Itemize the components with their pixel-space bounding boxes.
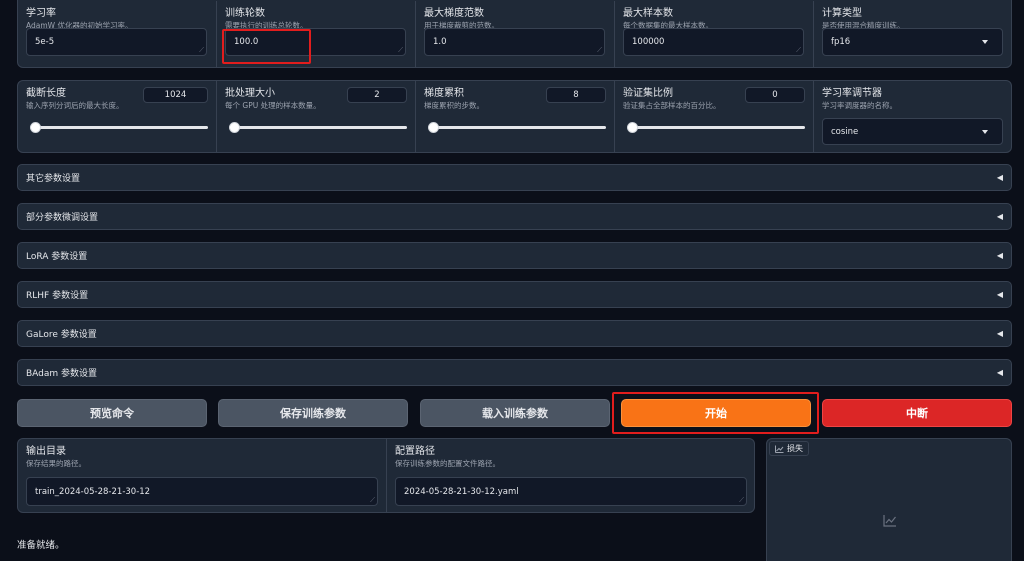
config-path-label: 配置路径 — [395, 446, 435, 457]
epochs-label: 训练轮数 — [225, 8, 265, 19]
val-size-slider-track[interactable] — [627, 126, 805, 129]
line-chart-icon — [775, 445, 784, 453]
compute-type-dropdown[interactable]: fp16 — [822, 28, 1003, 56]
resize-handle-icon[interactable]: ⟋ — [199, 47, 204, 54]
accordion-rlhf-settings[interactable]: RLHF 参数设置 ◀ — [17, 281, 1012, 308]
training-params-row2: 截断长度 输入序列分词后的最大长度。 1024 批处理大小 每个 GPU 处理的… — [17, 80, 1012, 153]
accordion-label: BAdam 参数设置 — [26, 369, 98, 379]
resize-handle-icon[interactable]: ⟋ — [597, 47, 602, 54]
compute-type-cell: 计算类型 是否使用混合精度训练。 fp16 — [814, 1, 1013, 67]
max-grad-norm-cell: 最大梯度范数 用于梯度裁剪的范数。 1.0 ⟋ — [416, 1, 615, 67]
save-args-button[interactable]: 保存训练参数 — [218, 399, 408, 427]
learning-rate-input[interactable]: 5e-5 ⟋ — [26, 28, 207, 56]
collapse-triangle-icon: ◀ — [996, 212, 1003, 221]
cutoff-len-slider-track[interactable] — [30, 126, 208, 129]
output-panel: 输出目录 保存结果的路径。 train_2024-05-28-21-30-12 … — [17, 438, 755, 513]
accordion-extra-settings[interactable]: 其它参数设置 ◀ — [17, 164, 1012, 191]
compute-type-label: 计算类型 — [822, 8, 862, 19]
resize-handle-icon[interactable]: ⟋ — [739, 497, 744, 504]
lr-scheduler-info: 学习率调度器的名称。 — [822, 101, 897, 110]
collapse-triangle-icon: ◀ — [996, 173, 1003, 182]
grad-accum-slider-track[interactable] — [428, 126, 606, 129]
stop-button[interactable]: 中断 — [822, 399, 1012, 427]
chevron-down-icon — [982, 129, 988, 134]
loss-label: 损失 — [787, 444, 803, 453]
chevron-down-icon — [982, 40, 988, 44]
loss-label-badge: 损失 — [769, 441, 809, 456]
load-args-button[interactable]: 载入训练参数 — [420, 399, 610, 427]
accordion-label: 部分参数微调设置 — [26, 213, 99, 223]
output-dir-info: 保存结果的路径。 — [26, 459, 86, 468]
resize-handle-icon[interactable]: ⟋ — [398, 47, 403, 54]
max-samples-cell: 最大样本数 每个数据集的最大样本数。 100000 ⟋ — [615, 1, 814, 67]
val-size-cell: 验证集比例 验证集占全部样本的百分比。 0 — [615, 81, 814, 152]
batch-size-cell: 批处理大小 每个 GPU 处理的样本数量。 2 — [217, 81, 416, 152]
accordion-label: LoRA 参数设置 — [26, 252, 88, 262]
learning-rate-label: 学习率 — [26, 8, 56, 19]
preview-command-button[interactable]: 预览命令 — [17, 399, 207, 427]
cutoff-len-number[interactable]: 1024 — [143, 87, 208, 103]
collapse-triangle-icon: ◀ — [996, 329, 1003, 338]
lr-scheduler-cell: 学习率调节器 学习率调度器的名称。 cosine — [814, 81, 1013, 152]
learning-rate-cell: 学习率 AdamW 优化器的初始学习率。 5e-5 ⟋ — [18, 1, 217, 67]
output-dir-cell: 输出目录 保存结果的路径。 train_2024-05-28-21-30-12 … — [18, 439, 387, 512]
resize-handle-icon[interactable]: ⟋ — [796, 47, 801, 54]
accordion-label: RLHF 参数设置 — [26, 291, 89, 301]
grad-accum-number[interactable]: 8 — [546, 87, 606, 103]
grad-accum-slider-thumb[interactable] — [428, 122, 439, 133]
lr-scheduler-label: 学习率调节器 — [822, 88, 882, 99]
accordion-lora-settings[interactable]: LoRA 参数设置 ◀ — [17, 242, 1012, 269]
config-path-cell: 配置路径 保存训练参数的配置文件路径。 2024-05-28-21-30-12.… — [387, 439, 756, 512]
val-size-number[interactable]: 0 — [745, 87, 805, 103]
accordion-label: 其它参数设置 — [26, 174, 81, 184]
lr-scheduler-dropdown[interactable]: cosine — [822, 118, 1003, 145]
start-highlight-box — [612, 392, 819, 434]
config-path-info: 保存训练参数的配置文件路径。 — [395, 459, 500, 468]
status-text: 准备就绪。 — [17, 540, 65, 551]
epochs-highlight-box — [222, 29, 311, 64]
accordion-freeze-settings[interactable]: 部分参数微调设置 ◀ — [17, 203, 1012, 230]
collapse-triangle-icon: ◀ — [996, 251, 1003, 260]
resize-handle-icon[interactable]: ⟋ — [370, 497, 375, 504]
output-dir-label: 输出目录 — [26, 446, 66, 457]
batch-size-number[interactable]: 2 — [347, 87, 407, 103]
max-samples-label: 最大样本数 — [623, 8, 673, 19]
accordion-label: GaLore 参数设置 — [26, 330, 97, 340]
max-grad-norm-label: 最大梯度范数 — [424, 8, 484, 19]
max-grad-norm-input[interactable]: 1.0 ⟋ — [424, 28, 605, 56]
cutoff-len-slider-thumb[interactable] — [30, 122, 41, 133]
accordion-galore-settings[interactable]: GaLore 参数设置 ◀ — [17, 320, 1012, 347]
batch-size-slider-thumb[interactable] — [229, 122, 240, 133]
collapse-triangle-icon: ◀ — [996, 368, 1003, 377]
accordion-badam-settings[interactable]: BAdam 参数设置 ◀ — [17, 359, 1012, 386]
config-path-input[interactable]: 2024-05-28-21-30-12.yaml ⟋ — [395, 477, 747, 506]
max-samples-input[interactable]: 100000 ⟋ — [623, 28, 804, 56]
cutoff-len-cell: 截断长度 输入序列分词后的最大长度。 1024 — [18, 81, 217, 152]
loss-plot-panel: 损失 — [766, 438, 1012, 561]
batch-size-slider-track[interactable] — [229, 126, 407, 129]
collapse-triangle-icon: ◀ — [996, 290, 1003, 299]
output-dir-input[interactable]: train_2024-05-28-21-30-12 ⟋ — [26, 477, 378, 506]
training-params-row1: 学习率 AdamW 优化器的初始学习率。 5e-5 ⟋ 训练轮数 需要执行的训练… — [17, 0, 1012, 68]
empty-plot-icon — [883, 515, 896, 527]
grad-accum-cell: 梯度累积 梯度累积的步数。 8 — [416, 81, 615, 152]
val-size-slider-thumb[interactable] — [627, 122, 638, 133]
